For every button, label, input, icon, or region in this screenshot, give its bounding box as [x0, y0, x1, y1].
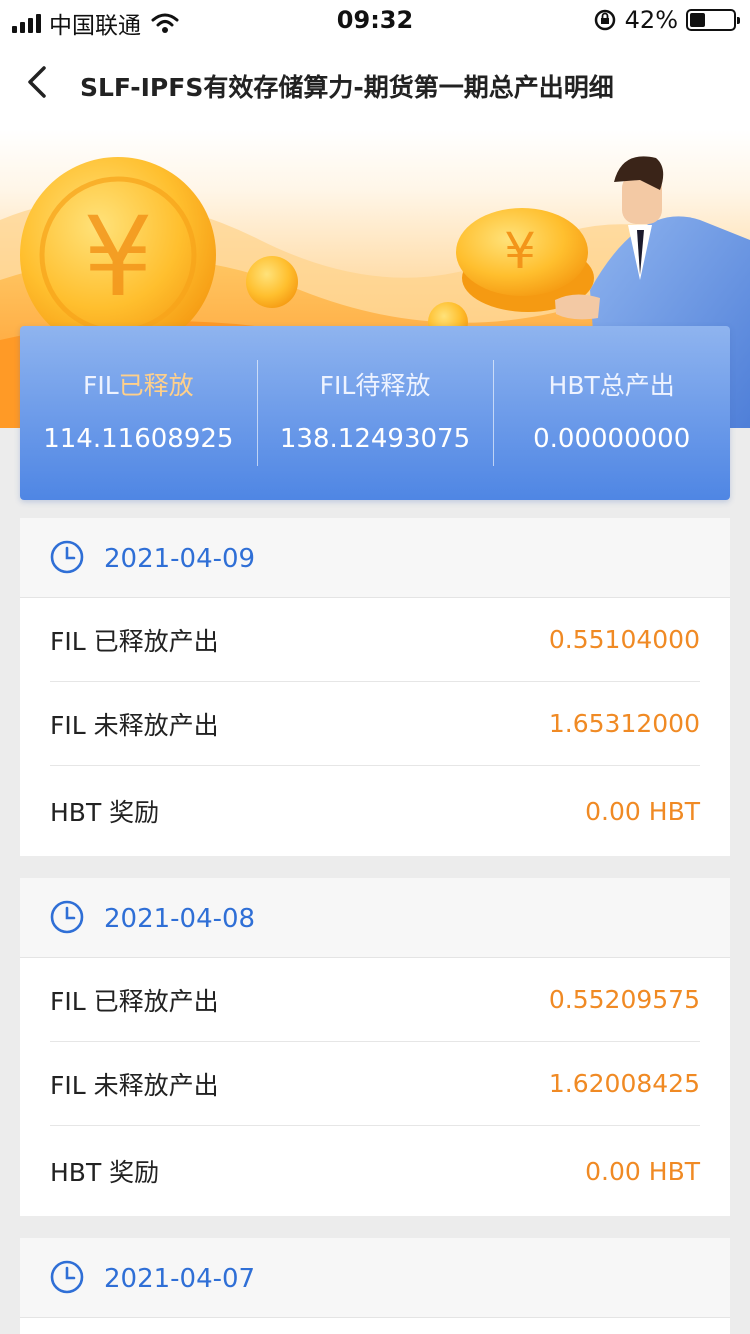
summary-label: HBT总产出 — [548, 371, 675, 400]
record-date: 2021-04-08 — [104, 904, 256, 934]
day-header: 2021-04-07 — [20, 1238, 730, 1318]
battery-percent: 42% — [624, 6, 678, 34]
day-header: 2021-04-09 — [20, 518, 730, 598]
list-item: FIL 未释放产出 1.62008425 — [50, 1042, 700, 1126]
row-value: 1.65312000 — [548, 709, 700, 738]
svg-text:¥: ¥ — [83, 193, 153, 321]
summary-value: 0.00000000 — [533, 424, 691, 454]
row-value: 0.00 HBT — [585, 796, 700, 826]
list-item: HBT 奖励 0.00 HBT — [50, 766, 700, 856]
day-record-card: 2021-04-08 FIL 已释放产出 0.55209575 FIL 未释放产… — [20, 878, 730, 1216]
row-label: FIL 未释放产出 — [50, 710, 219, 740]
status-bar: 中国联通 09:32 42% — [0, 0, 750, 40]
rotation-lock-icon — [594, 9, 615, 31]
summary-value: 114.11608925 — [43, 424, 234, 454]
row-value: 1.62008425 — [548, 1069, 700, 1098]
row-label: HBT 奖励 — [50, 798, 160, 827]
svg-text:¥: ¥ — [504, 222, 536, 280]
summary-label: FIL待释放 — [319, 371, 431, 400]
page-title: SLF-IPFS有效存储算力-期货第一期总产出明细 — [80, 73, 614, 102]
list-item: FIL 未释放产出 1.65312000 — [50, 682, 700, 766]
row-label: HBT 奖励 — [50, 1158, 160, 1187]
clock-icon — [50, 1260, 84, 1294]
clock-icon — [50, 540, 84, 574]
summary-item-fil-pending: FIL待释放 138.12493075 — [256, 326, 494, 500]
day-record-card: 2021-04-07 — [20, 1238, 730, 1334]
battery-icon — [686, 9, 740, 31]
row-value: 0.00 HBT — [585, 1156, 700, 1186]
summary-item-fil-released: FIL已释放 114.11608925 — [20, 326, 257, 500]
list-item: HBT 奖励 0.00 HBT — [50, 1126, 700, 1216]
list-item: FIL 已释放产出 0.55209575 — [50, 958, 700, 1042]
navigation-bar: SLF-IPFS有效存储算力-期货第一期总产出明细 — [0, 40, 750, 130]
list-item: FIL 已释放产出 0.55104000 — [50, 598, 700, 682]
record-date: 2021-04-07 — [104, 1264, 256, 1294]
summary-value: 138.12493075 — [279, 424, 471, 454]
back-arrow-icon[interactable] — [18, 60, 62, 104]
clock-icon — [50, 900, 84, 934]
row-label: FIL 已释放产出 — [50, 986, 219, 1016]
row-label: FIL 未释放产出 — [50, 1070, 219, 1100]
summary-card: FIL已释放 114.11608925 FIL待释放 138.12493075 … — [20, 326, 730, 500]
day-record-card: 2021-04-09 FIL 已释放产出 0.55104000 FIL 未释放产… — [20, 518, 730, 856]
row-label: FIL 已释放产出 — [50, 626, 219, 656]
summary-item-hbt-total: HBT总产出 0.00000000 — [493, 326, 730, 500]
day-header: 2021-04-08 — [20, 878, 730, 958]
summary-label: FIL已释放 — [82, 371, 194, 400]
row-value: 0.55209575 — [548, 985, 700, 1014]
record-date: 2021-04-09 — [104, 544, 256, 574]
row-value: 0.55104000 — [548, 625, 700, 654]
